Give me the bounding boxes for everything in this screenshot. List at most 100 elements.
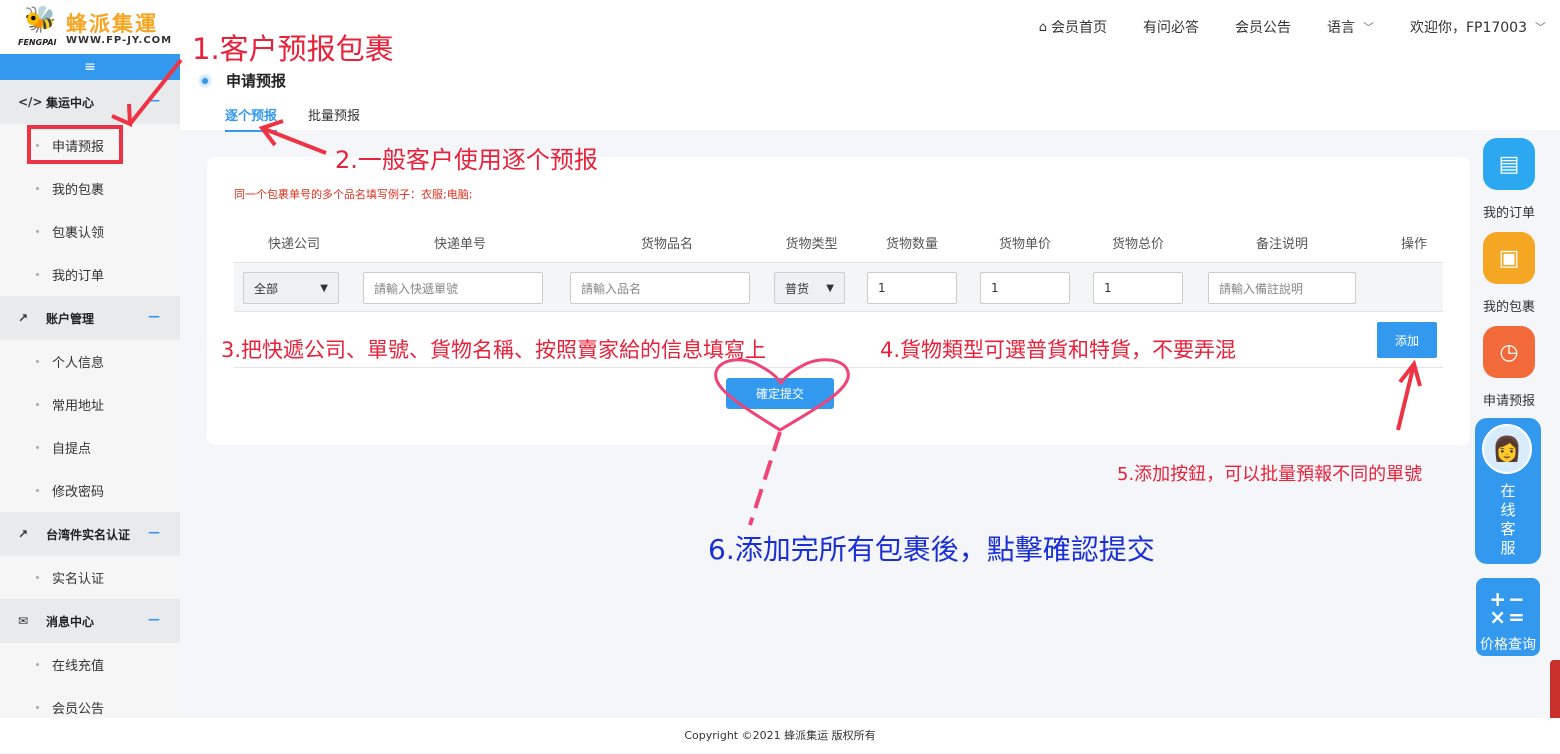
type-select[interactable]: 普货 ▼ xyxy=(774,272,845,304)
menu-icon: ≡ xyxy=(84,59,96,75)
chevron-down-icon: ﹀ xyxy=(1535,21,1546,34)
sidebar-item-password[interactable]: 修改密码 xyxy=(0,469,180,512)
sidebar-item-claim[interactable]: 包裹认领 xyxy=(0,210,180,253)
nav-notice[interactable]: 会员公告 xyxy=(1235,17,1291,37)
unit-price-input[interactable]: 1 xyxy=(980,272,1070,304)
note-input[interactable]: 請輸入備註說明 xyxy=(1208,272,1356,304)
quick-forecast[interactable]: ◷ 申请预报 xyxy=(1475,326,1543,409)
quick-packages[interactable]: ▣ 我的包裹 xyxy=(1475,232,1543,315)
sidebar-item-notice[interactable]: 会员公告 xyxy=(0,686,180,718)
annotation-3: 3.把快遞公司、單號、貨物名稱、按照賣家給的信息填寫上 xyxy=(221,338,767,362)
tab-single-forecast[interactable]: 逐个预报 xyxy=(225,105,278,132)
add-button[interactable]: 添加 xyxy=(1377,322,1437,358)
nav-faq[interactable]: 有问必答 xyxy=(1143,17,1199,37)
courier-select[interactable]: 全部 ▼ xyxy=(243,272,339,304)
sidebar-group-label: 台湾件实名认证 xyxy=(46,527,131,542)
quick-orders-label: 我的订单 xyxy=(1482,206,1535,221)
col-note: 备注说明 xyxy=(1255,237,1308,252)
sidebar-item-orders[interactable]: 我的订单 xyxy=(0,253,180,296)
bullet-icon xyxy=(36,273,39,276)
price-query-label: 价格查询 xyxy=(1480,637,1536,653)
annotation-4: 4.貨物類型可選普貨和特貨，不要弄混 xyxy=(880,338,1237,362)
sidebar-item-recharge[interactable]: 在线充值 xyxy=(0,643,180,686)
code-icon: </> xyxy=(18,95,43,109)
logo-url: WWW.FP-JY.COM xyxy=(66,35,173,46)
bullet-icon xyxy=(36,144,39,147)
nav-language[interactable]: 语言 ﹀ xyxy=(1327,17,1374,37)
tracking-input[interactable]: 請輸入快遞單號 xyxy=(363,272,543,304)
annotation-dashed-line xyxy=(748,431,782,526)
nav-user[interactable]: 欢迎你，FP17003 ﹀ xyxy=(1410,17,1546,37)
logo-sub: FENGPAI xyxy=(18,38,57,47)
quick-orders[interactable]: ▤ 我的订单 xyxy=(1475,138,1543,221)
sidebar-item-forecast[interactable]: 申请预报 xyxy=(0,124,180,167)
col-total-price: 货物总价 xyxy=(1111,237,1164,252)
sidebar-group-label: 账户管理 xyxy=(46,311,95,326)
sidebar-item-address[interactable]: 常用地址 xyxy=(0,383,180,426)
collapse-icon[interactable]: — xyxy=(148,612,160,626)
bullet-icon xyxy=(36,663,39,666)
chevron-down-icon: ▼ xyxy=(320,282,328,294)
type-select-value: 普货 xyxy=(785,281,810,296)
sidebar-group-messages[interactable]: ✉ 消息中心 — xyxy=(0,599,180,643)
bullet-icon xyxy=(36,446,39,449)
bullet-icon xyxy=(36,187,39,190)
sidebar-group-shipping[interactable]: </> 集运中心 — xyxy=(0,80,180,124)
total-price-input[interactable]: 1 xyxy=(1093,272,1183,304)
table-row: 全部 ▼ 請輸入快遞單號 請輸入品名 普货 ▼ 1 1 1 請輸入備註說明 xyxy=(234,262,1443,312)
sidebar-item-label: 个人信息 xyxy=(52,356,105,371)
sidebar-item-profile[interactable]: 个人信息 xyxy=(0,340,180,383)
tab-batch-forecast[interactable]: 批量预报 xyxy=(308,105,360,124)
menu-toggle-button[interactable]: ≡ xyxy=(0,54,180,80)
sidebar-item-label: 申请预报 xyxy=(52,140,105,155)
nav-user-label: 欢迎你，FP17003 xyxy=(1409,20,1527,36)
col-quantity: 货物数量 xyxy=(885,237,938,252)
clipboard-icon: ▤ xyxy=(1483,138,1535,190)
sidebar-item-packages[interactable]: 我的包裹 xyxy=(0,167,180,210)
online-service-label: 在线客服 xyxy=(1500,482,1516,557)
col-tracking: 快递单号 xyxy=(433,237,486,252)
sidebar-item-label: 包裹认领 xyxy=(52,226,105,241)
page-title: 申请预报 xyxy=(200,70,286,91)
online-service-button[interactable]: 👩 在线客服 xyxy=(1475,418,1541,564)
bullet-icon xyxy=(36,706,39,709)
sidebar-item-label: 修改密码 xyxy=(52,485,105,500)
nav-language-label: 语言 xyxy=(1326,20,1355,36)
logo[interactable]: 🐝 FENGPAI 蜂派集運 WWW.FP-JY.COM xyxy=(14,4,184,50)
sidebar-group-account[interactable]: ↗ 账户管理 — xyxy=(0,296,180,340)
sidebar-item-label: 我的订单 xyxy=(52,269,105,284)
chevron-down-icon: ▼ xyxy=(826,282,834,294)
annotation-5: 5.添加按鈕，可以批量預報不同的單號 xyxy=(1117,464,1423,485)
edge-widget[interactable] xyxy=(1550,660,1560,722)
sidebar-item-label: 自提点 xyxy=(52,442,92,457)
sidebar-item-verify[interactable]: 实名认证 xyxy=(0,556,180,599)
chevron-down-icon: ﹀ xyxy=(1362,21,1374,34)
sidebar-item-label: 在线充值 xyxy=(52,659,105,674)
top-nav: ⌂ 会员首页 有问必答 会员公告 语言 ﹀ 欢迎你，FP17003 ﹀ xyxy=(1003,0,1546,54)
annotation-6: 6.添加完所有包裹後，點擊確認提交 xyxy=(708,533,1155,566)
collapse-icon[interactable]: — xyxy=(148,525,160,539)
nav-faq-label: 有问必答 xyxy=(1142,20,1199,36)
mail-icon: ✉ xyxy=(18,614,29,628)
collapse-icon[interactable]: — xyxy=(148,93,160,107)
collapse-icon[interactable]: — xyxy=(148,309,160,323)
sidebar-item-label: 实名认证 xyxy=(52,572,105,587)
nav-home[interactable]: ⌂ 会员首页 xyxy=(1039,17,1107,37)
bullet-icon xyxy=(36,403,39,406)
submit-button[interactable]: 確定提交 xyxy=(726,378,834,409)
price-query-button[interactable]: +− ×= 价格查询 xyxy=(1476,578,1540,656)
bee-logo-icon: 🐝 xyxy=(24,5,57,35)
sidebar-group-verification[interactable]: ↗ 台湾件实名认证 — xyxy=(0,512,180,556)
agent-avatar-icon: 👩 xyxy=(1482,424,1532,474)
radio-dot-icon xyxy=(200,75,210,86)
wallet-icon: ▣ xyxy=(1483,232,1535,284)
product-input[interactable]: 請輸入品名 xyxy=(570,272,750,304)
sidebar-item-label: 我的包裹 xyxy=(52,183,105,198)
forecast-form-card: 同一个包裹单号的多个品名填写例子：衣服;电脑; 快递公司 快递单号 货物品名 货… xyxy=(207,157,1470,445)
sidebar: ≡ </> 集运中心 — 申请预报 我的包裹 包裹认领 我的订单 ↗ 账户管理 — 个人… xyxy=(0,54,180,718)
col-type: 货物类型 xyxy=(785,237,838,252)
page-title-text: 申请预报 xyxy=(226,72,287,90)
chart-icon: ↗ xyxy=(18,311,29,325)
sidebar-item-pickup[interactable]: 自提点 xyxy=(0,426,180,469)
quantity-input[interactable]: 1 xyxy=(867,272,957,304)
